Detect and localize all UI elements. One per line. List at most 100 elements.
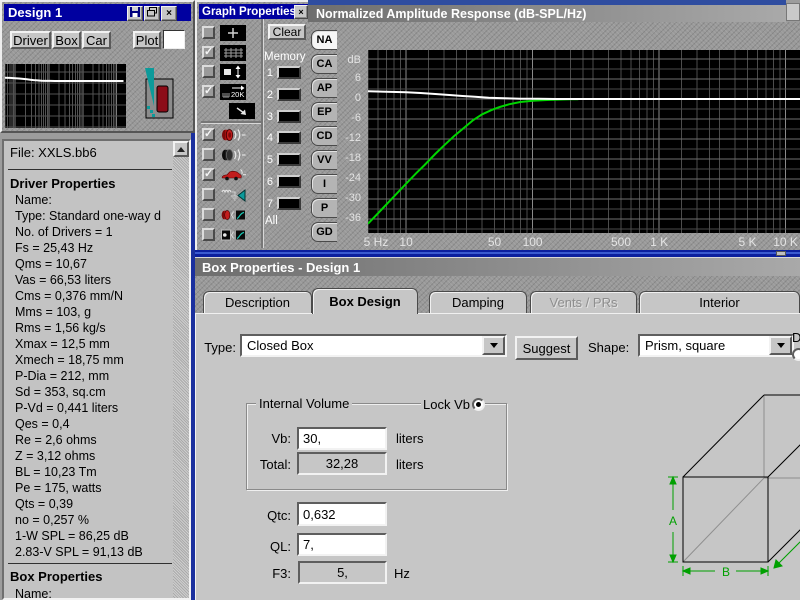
clear-button[interactable]: Clear: [268, 24, 306, 40]
design-window: Design 1 × Driver Box Car Plot: [0, 0, 195, 133]
y-tick-label: -12: [331, 132, 361, 144]
box-properties-title: Box Properties: [10, 569, 102, 584]
sample-20k-icon[interactable]: 20K: [220, 84, 246, 100]
car-acoustics-checkbox[interactable]: ✓: [202, 168, 215, 181]
shape-label: Shape:: [588, 340, 629, 355]
lock-vb-radio[interactable]: [472, 398, 485, 411]
box-properties-titlebar[interactable]: Box Properties - Design 1: [195, 257, 800, 276]
box-curve-icon[interactable]: [220, 227, 246, 243]
dropdown-arrow-button[interactable]: [482, 336, 505, 355]
passive-radiator-icon[interactable]: [220, 147, 246, 163]
driver-property-line: Fs = 25,43 Hz: [15, 240, 173, 256]
ql-input[interactable]: [297, 533, 387, 556]
qtc-input[interactable]: [297, 502, 387, 526]
crosshair-icon[interactable]: [220, 25, 246, 41]
x-tick-label: 5 K: [738, 235, 756, 249]
car-button[interactable]: Car: [82, 31, 111, 49]
box-properties-name-line: Name:: [15, 587, 52, 600]
graph-tab-ca[interactable]: CA: [311, 54, 337, 74]
divider: [8, 563, 172, 564]
driver-speaker-checkbox[interactable]: ✓: [202, 128, 215, 141]
graph-properties-title: Graph Properties: [202, 6, 296, 18]
properties-scrollbar[interactable]: [173, 141, 189, 598]
box-button[interactable]: Box: [52, 31, 81, 49]
passive-radiator-checkbox[interactable]: [202, 148, 215, 161]
memory-slot-button[interactable]: [277, 131, 301, 144]
total-label: Total:: [245, 457, 291, 472]
x-tick-label: 1 K: [650, 235, 668, 249]
x-tick-label: 500: [611, 235, 631, 249]
memory-slot-button[interactable]: [277, 153, 301, 166]
x-tick-label: 100: [523, 235, 543, 249]
x-tick-label: 5 Hz: [364, 235, 389, 249]
check-icon: ✓: [204, 85, 213, 97]
frame-notch: [776, 251, 786, 256]
type-dropdown[interactable]: Closed Box: [240, 334, 507, 357]
dimension-b-label: B: [722, 565, 730, 579]
tab-vents-prs[interactable]: Vents / PRs: [530, 291, 637, 313]
memory-slot-button[interactable]: [277, 88, 301, 101]
tab-damping[interactable]: Damping: [429, 291, 527, 313]
tab-description[interactable]: Description: [203, 291, 312, 313]
frame-highlight: [195, 252, 800, 254]
vb-input[interactable]: [297, 427, 387, 450]
suggest-button[interactable]: Suggest: [515, 336, 578, 360]
pan-icon[interactable]: [229, 103, 255, 119]
memory-slot-button[interactable]: [277, 66, 301, 79]
vertical-scale-icon[interactable]: [220, 64, 246, 80]
close-button[interactable]: ×: [161, 6, 177, 21]
save-icon: [130, 7, 140, 20]
box-curve-checkbox[interactable]: [202, 228, 215, 241]
check-icon: ✓: [204, 128, 213, 140]
filter-network-icon[interactable]: [220, 187, 246, 203]
restore-button[interactable]: [144, 6, 160, 21]
tab-interior[interactable]: Interior: [639, 291, 800, 313]
memory-slot-button[interactable]: [277, 175, 301, 188]
car-acoustics-icon[interactable]: [220, 167, 246, 183]
grid-checkbox[interactable]: ✓: [202, 46, 215, 59]
driver-speaker-icon[interactable]: [220, 127, 246, 143]
graph-properties-titlebar[interactable]: Graph Properties: [199, 4, 308, 19]
properties-panel: File: XXLS.bb6 Driver Properties Name:Ty…: [2, 139, 191, 600]
driver-curve-icon[interactable]: [220, 207, 246, 223]
plot-color-swatch[interactable]: [163, 30, 185, 49]
filter-network-checkbox[interactable]: [202, 188, 215, 201]
vertical-scale-checkbox[interactable]: [202, 65, 215, 78]
driver-property-line: Qts = 0,39: [15, 496, 173, 512]
clipped-radio[interactable]: [792, 348, 800, 361]
plot-button[interactable]: Plot: [133, 31, 161, 49]
crosshair-checkbox[interactable]: [202, 26, 215, 39]
graph-titlebar[interactable]: Normalized Amplitude Response (dB-SPL/Hz…: [308, 5, 786, 22]
memory-slot-number: 7: [263, 198, 273, 210]
memory-all-label[interactable]: All: [265, 215, 278, 227]
box-shape-diagram: A B: [640, 380, 800, 600]
tab-box-design[interactable]: Box Design: [312, 288, 418, 314]
driver-curve-checkbox[interactable]: [202, 208, 215, 221]
memory-slot-button[interactable]: [277, 197, 301, 210]
y-tick-label: -30: [331, 192, 361, 204]
arrow-up-icon: [177, 147, 185, 152]
driver-property-line: P-Vd = 0,441 liters: [15, 400, 173, 416]
f3-unit: Hz: [394, 566, 410, 581]
graph-tab-na[interactable]: NA: [311, 30, 337, 50]
graph-tab-gd[interactable]: GD: [311, 222, 337, 242]
driver-button[interactable]: Driver: [10, 31, 51, 49]
radio-dot: [476, 402, 481, 407]
graph-properties-close-button[interactable]: ×: [294, 5, 308, 19]
memory-slot-number: 2: [263, 89, 273, 101]
sample-20k-checkbox[interactable]: ✓: [202, 85, 215, 98]
design-window-title: Design 1: [8, 5, 62, 20]
window-control-sliver[interactable]: [786, 3, 800, 21]
save-button[interactable]: [127, 6, 143, 21]
scroll-up-button[interactable]: [173, 141, 189, 157]
grid-icon[interactable]: [220, 45, 246, 61]
memory-slot-button[interactable]: [277, 110, 301, 123]
type-value: Closed Box: [242, 338, 482, 353]
driver-icon[interactable]: [141, 63, 177, 121]
shape-dropdown[interactable]: Prism, square: [638, 334, 794, 357]
driver-property-line: Name:: [15, 192, 173, 208]
y-tick-label: -6: [331, 112, 361, 124]
box-properties-title: Box Properties - Design 1: [202, 260, 360, 275]
type-label: Type:: [196, 340, 236, 355]
dropdown-arrow-button[interactable]: [769, 336, 792, 355]
